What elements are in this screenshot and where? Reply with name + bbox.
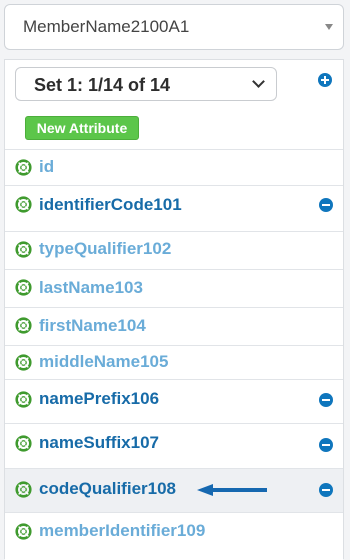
chevron-down-icon — [252, 75, 265, 88]
lifebuoy-icon — [15, 481, 32, 498]
attribute-panel: Set 1: 1/14 of 14 New Attribute id ident… — [4, 59, 344, 560]
member-name-select[interactable]: MemberName2100A1 — [4, 4, 344, 50]
lifebuoy-icon — [15, 391, 32, 408]
caret-down-icon — [325, 24, 333, 30]
attribute-label[interactable]: lastName103 — [39, 278, 143, 298]
collapse-button[interactable] — [319, 393, 333, 407]
attribute-label[interactable]: identifierCode101 — [39, 195, 182, 215]
lifebuoy-icon — [15, 354, 32, 371]
attribute-label[interactable]: memberIdentifier109 — [39, 521, 205, 541]
attribute-label[interactable]: middleName105 — [39, 352, 168, 372]
attribute-row-identifiercode101[interactable]: identifierCode101 — [5, 185, 343, 231]
attribute-row-middlename105[interactable]: middleName105 — [5, 345, 343, 379]
attribute-row-lastname103[interactable]: lastName103 — [5, 269, 343, 307]
set-select-value: Set 1: 1/14 of 14 — [34, 75, 171, 95]
attribute-row-nameprefix106[interactable]: namePrefix106 — [5, 379, 343, 423]
lifebuoy-icon — [15, 523, 32, 540]
attribute-label[interactable]: firstName104 — [39, 316, 146, 336]
attribute-row-typequalifier102[interactable]: typeQualifier102 — [5, 231, 343, 269]
add-set-button[interactable] — [318, 73, 332, 87]
lifebuoy-icon — [15, 317, 32, 334]
set-select[interactable]: Set 1: 1/14 of 14 — [15, 67, 277, 101]
collapse-button[interactable] — [319, 198, 333, 212]
attribute-label[interactable]: typeQualifier102 — [39, 239, 171, 259]
attribute-row-firstname104[interactable]: firstName104 — [5, 307, 343, 345]
attribute-row-id[interactable]: id — [5, 149, 343, 185]
member-name-select-value: MemberName2100A1 — [23, 17, 190, 36]
new-attribute-button[interactable]: New Attribute — [25, 116, 139, 140]
lifebuoy-icon — [15, 159, 32, 176]
collapse-button[interactable] — [319, 438, 333, 452]
collapse-button[interactable] — [319, 483, 333, 497]
lifebuoy-icon — [15, 196, 32, 213]
attribute-row-namesuffix107[interactable]: nameSuffix107 — [5, 423, 343, 468]
lifebuoy-icon — [15, 435, 32, 452]
attribute-row-codequalifier108[interactable]: codeQualifier108 — [5, 468, 343, 512]
attribute-row-memberidentifier109[interactable]: memberIdentifier109 — [5, 512, 343, 560]
lifebuoy-icon — [15, 279, 32, 296]
attribute-label[interactable]: id — [39, 157, 54, 177]
arrow-left-icon — [197, 484, 267, 496]
lifebuoy-icon — [15, 241, 32, 258]
attribute-label[interactable]: namePrefix106 — [39, 389, 159, 409]
attribute-label[interactable]: nameSuffix107 — [39, 433, 159, 453]
attribute-label[interactable]: codeQualifier108 — [39, 479, 176, 499]
